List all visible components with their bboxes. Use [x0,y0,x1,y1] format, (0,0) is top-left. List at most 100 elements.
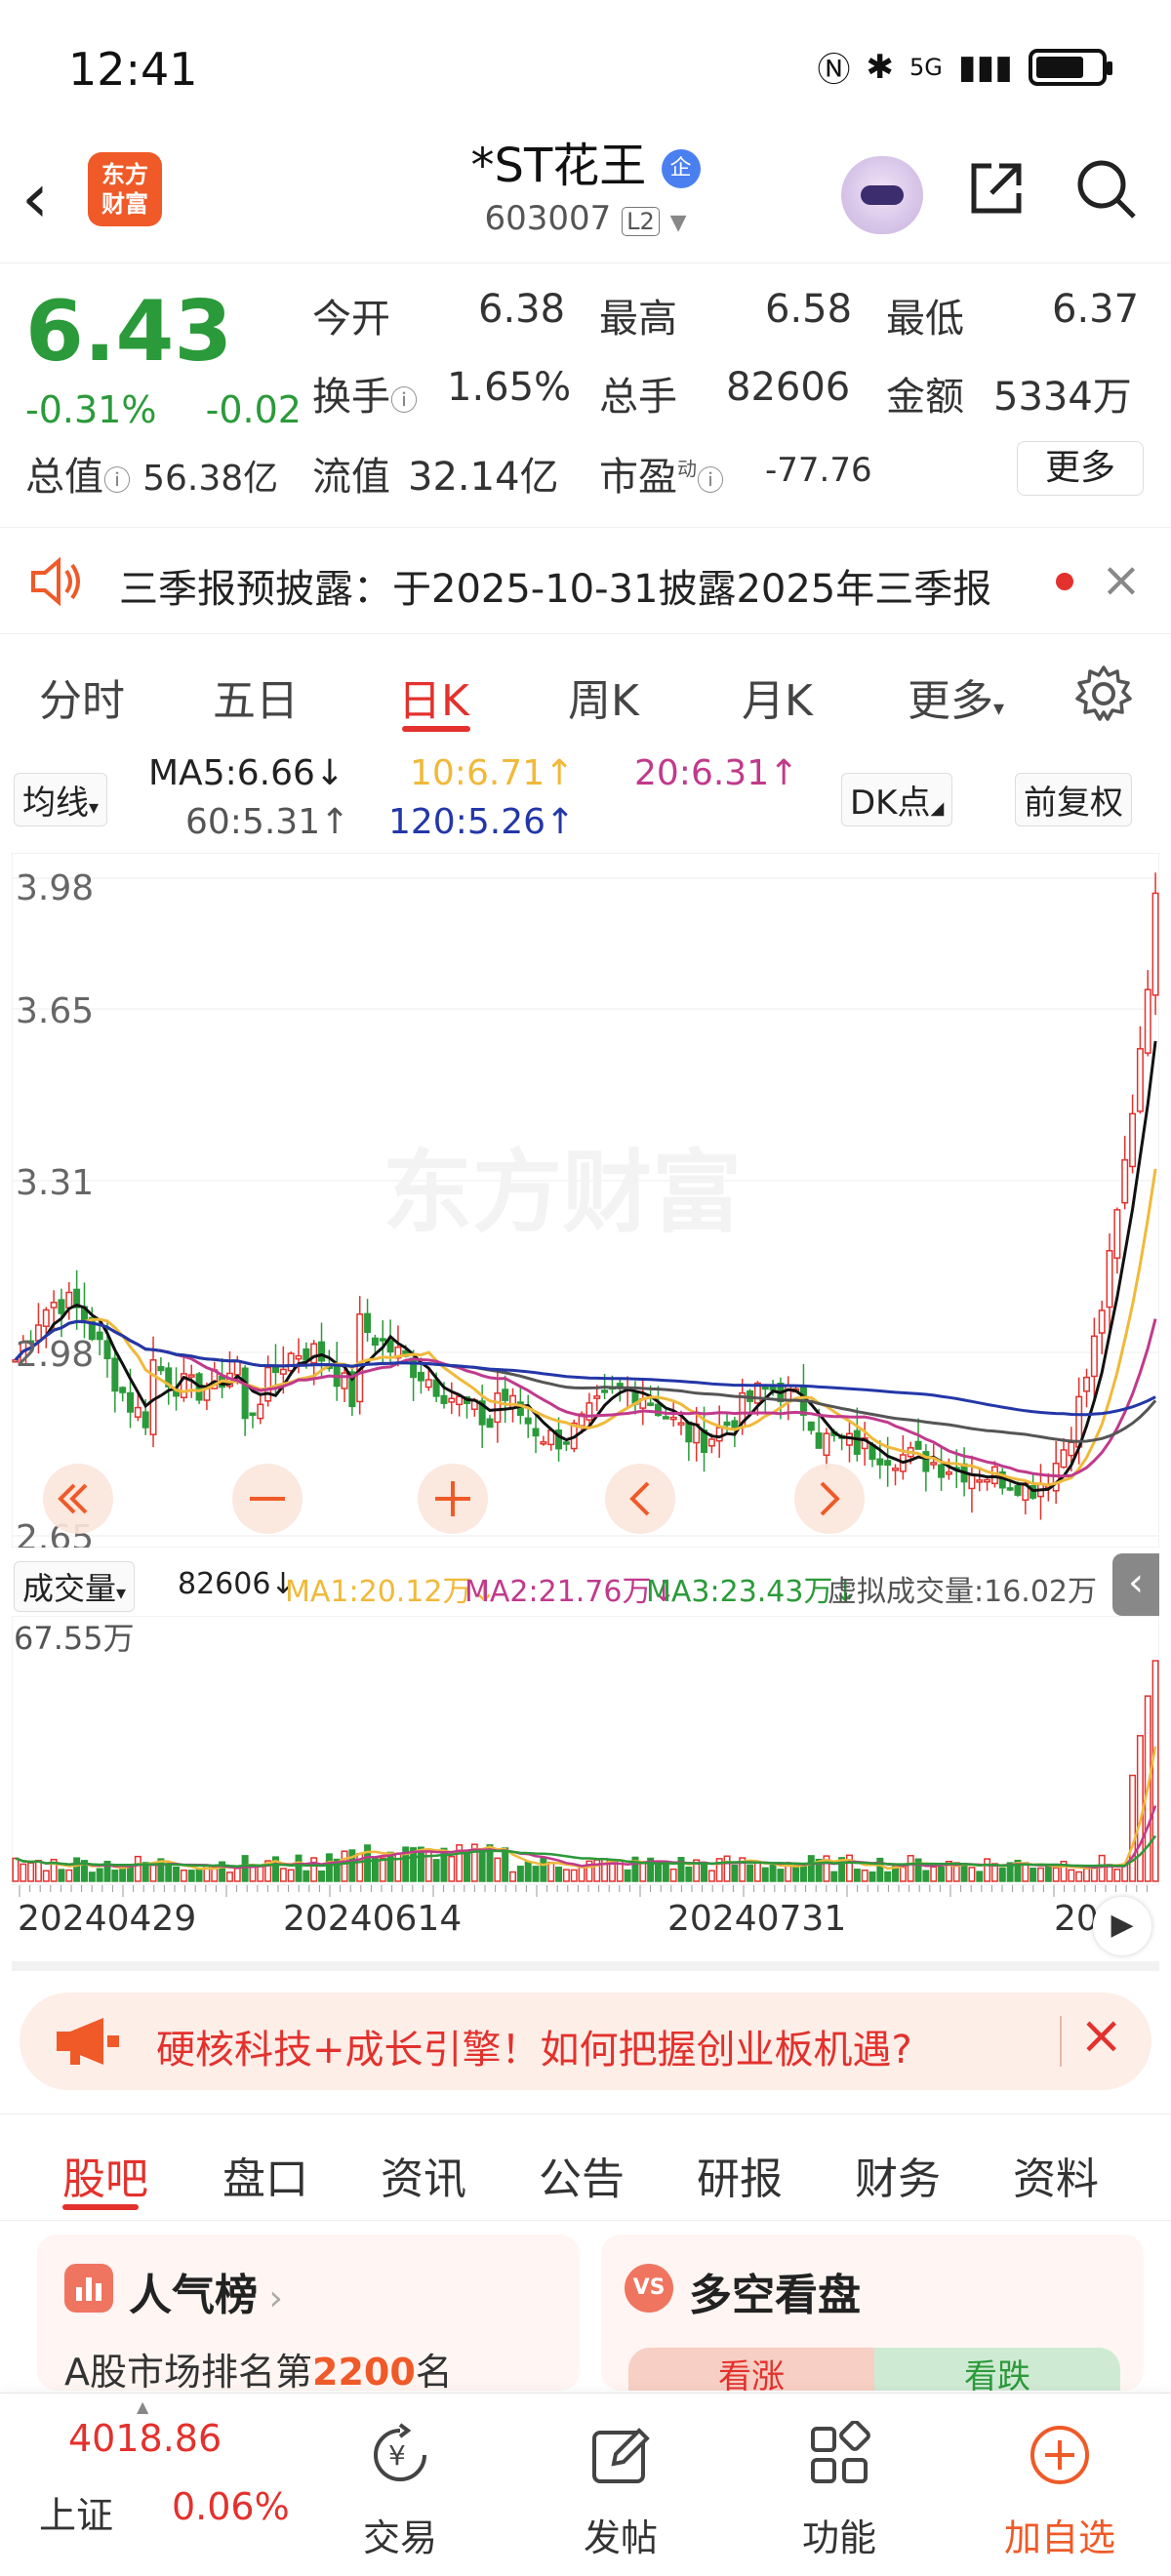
info-icon[interactable]: ⓘ [697,464,724,497]
date-label: 20 [1054,1899,1099,1939]
volume-chart[interactable]: 67.55万 [12,1616,1159,1885]
tab-research[interactable]: 研报 [697,2144,783,2206]
total-cap-label: 总值 [25,455,103,500]
tab-forum[interactable]: 股吧 [62,2144,148,2206]
candle-body [601,1389,609,1393]
volume-bar [180,1869,187,1882]
close-icon[interactable]: × [1079,2004,1123,2066]
tab-monthly-k[interactable]: 月K [742,665,813,728]
popularity-title-text: 人气榜 [129,2271,258,2320]
volume-ma2: MA2:21.76万↓ [464,1575,676,1609]
adjust-selector[interactable]: 前复权 [1015,773,1132,826]
active-tab-indicator [62,2204,139,2210]
ma-selector-label: 均线 [22,784,89,823]
volume-max-label: 67.55万 [14,1620,135,1657]
search-icon[interactable] [1073,156,1138,221]
ma-selector[interactable]: 均线▾ [14,773,108,826]
volume-bar [984,1858,991,1882]
stock-title: *ST花王 [470,139,647,193]
scroll-right-button[interactable]: ▶ [1093,1897,1151,1955]
candle-body [58,1299,65,1314]
volume-bar [884,1871,892,1882]
tab-financials[interactable]: 财务 [855,2144,941,2206]
total-cap-value: 56.38亿 [142,459,279,499]
index-change: 0.06% [172,2485,290,2528]
promo-banner[interactable]: 硬核科技+成长引擎！如何把握创业板机遇? × [20,1992,1151,2090]
volume-bar [532,1866,540,1882]
tab-intraday[interactable]: 分时 [39,665,125,728]
volume-bar [753,1860,761,1882]
index-value[interactable]: 4018.86 [68,2417,222,2460]
tab-profile[interactable]: 资料 [1013,2144,1099,2206]
tab-weekly-k[interactable]: 周K [568,665,639,728]
dk-point-selector[interactable]: DK点◢ [841,773,953,826]
candle-body [364,1312,372,1334]
next-button[interactable] [794,1464,865,1534]
candle-body [1151,892,1159,996]
volume-selector[interactable]: 成交量▾ [14,1561,136,1612]
gear-icon[interactable] [1073,664,1134,724]
pe-value: -77.76 [765,451,872,490]
bull-bear-card[interactable]: VS 多空看盘 看涨 看跌 [601,2234,1144,2396]
volume-bar [233,1868,241,1882]
candle-body [715,1427,723,1442]
candle-body [785,1385,792,1401]
chart-watermark: 东方财富 [383,1141,742,1245]
tab-orderbook[interactable]: 盘口 [222,2144,308,2206]
close-icon[interactable]: × [1101,551,1142,608]
tab-announcements[interactable]: 公告 [539,2144,625,2206]
tab-five-day[interactable]: 五日 [213,665,299,728]
volume-bar [731,1864,739,1882]
plus-circle-icon [1030,2426,1089,2484]
info-icon[interactable]: ⓘ [390,384,418,417]
ma5-value: MA5:6.66↓ [148,753,345,793]
tab-news[interactable]: 资讯 [381,2144,466,2206]
collapse-panel-button[interactable]: ‹ [1112,1553,1159,1616]
last-price: 6.43 [25,283,233,381]
candle-body [1144,988,1151,1054]
tab-more[interactable]: 更多▾ [908,665,1004,728]
post-button[interactable]: 发帖 [543,2421,699,2561]
candle-body [257,1403,264,1420]
zoom-in-button[interactable] [418,1464,488,1534]
volume-bar [88,1872,96,1882]
candle-body [386,1340,394,1353]
tab-daily-k[interactable]: 日K [398,665,469,728]
bull-button[interactable]: 看涨 [628,2348,874,2396]
candle-body [1113,1209,1121,1260]
volume-bar [639,1863,647,1882]
candlestick-chart[interactable]: 东方财富 3.983.653.312.982.65 [12,853,1159,1548]
more-button[interactable]: 更多 [1017,441,1144,496]
function-button[interactable]: 功能 [761,2420,917,2561]
volume-bar [279,1868,287,1882]
app-logo[interactable]: 东方 财富 [88,152,162,226]
svg-text:¥: ¥ [388,2439,406,2472]
turnover-label-text: 换手 [312,375,390,420]
volume-bar [547,1861,555,1882]
candle-body [1106,1250,1113,1308]
stock-title-block[interactable]: *ST花王 企 603007 L2 ▼ [371,137,800,238]
candle-body [1014,1485,1022,1496]
volume-bar [624,1869,631,1882]
add-watchlist-button[interactable]: 加自选 [982,2421,1138,2561]
share-icon[interactable] [966,158,1027,219]
chart-scrollbar[interactable] [12,1961,1159,1971]
candle-body [976,1479,984,1483]
zoom-out-button[interactable] [232,1464,303,1534]
info-icon[interactable]: ⓘ [103,464,131,497]
volume-value: 82606 [726,365,851,410]
trade-button[interactable]: ¥ 交易 [322,2421,478,2561]
back-button[interactable]: ‹ [21,158,49,238]
volume-bar [386,1851,394,1882]
volume-current: 82606↓ [178,1567,296,1601]
bottom-nav: 4018.86 ▲ 上证 0.06% ¥ 交易 发帖 功能 加自选 [0,2393,1171,2576]
pe-label: 市盈动ⓘ [599,445,724,502]
ai-assistant-avatar[interactable] [841,156,923,234]
candle-body [157,1366,165,1372]
candle-body [540,1441,547,1445]
popularity-card[interactable]: 人气榜 › A股市场排名第2200名 [37,2234,580,2394]
bear-button[interactable]: 看跌 [874,2348,1120,2396]
notice-bar[interactable]: 三季报预披露：于2025-10-31披露2025年三季报 × [0,527,1171,634]
prev-button[interactable] [605,1464,675,1534]
rewind-button[interactable] [43,1464,113,1534]
